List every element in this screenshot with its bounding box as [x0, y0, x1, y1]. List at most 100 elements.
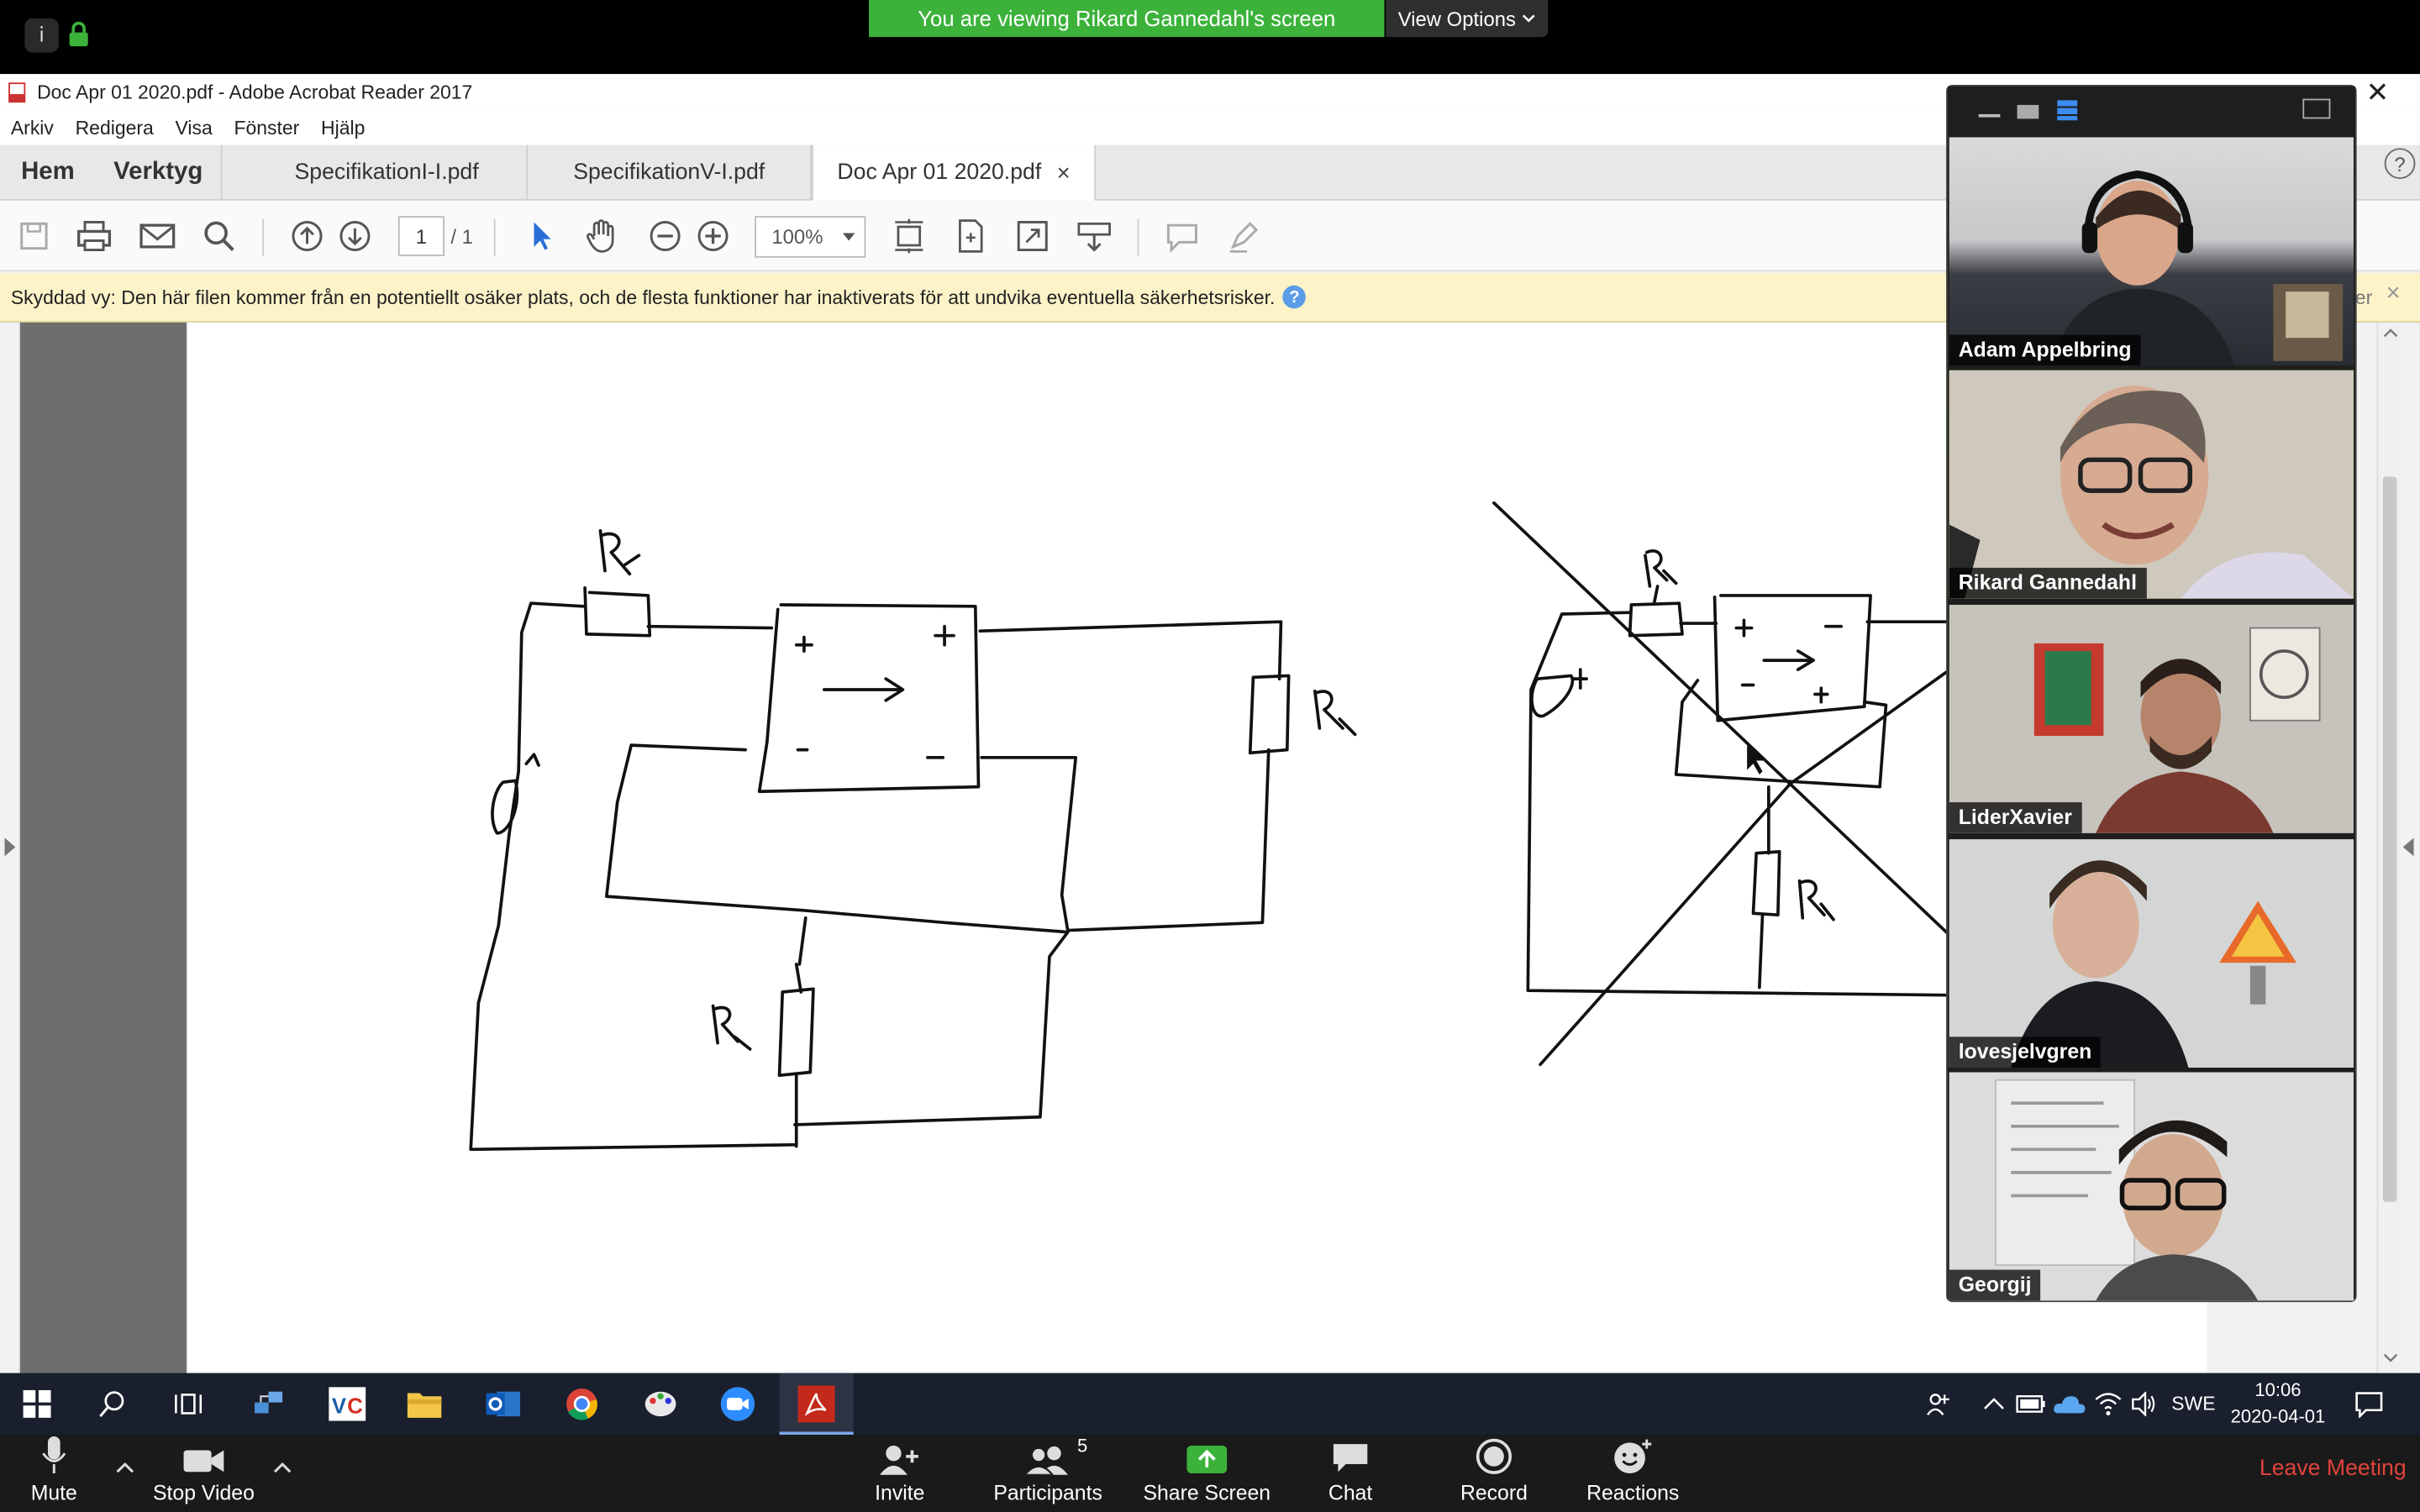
reactions-label: Reactions	[1586, 1481, 1680, 1504]
highlight-pen-icon[interactable]	[1223, 214, 1265, 257]
scroll-thumb[interactable]	[2382, 476, 2397, 1202]
toolbar-divider	[493, 218, 496, 256]
gallery-view-icon[interactable]	[2057, 100, 2078, 121]
participant-name: Georgij	[1949, 1269, 2041, 1301]
video-tile-georgij[interactable]: Georgij	[1949, 1072, 2354, 1301]
chat-icon	[1333, 1444, 1368, 1473]
people-icon[interactable]	[1920, 1385, 1957, 1422]
exit-minimize-icon[interactable]	[2302, 98, 2331, 119]
save-icon[interactable]	[13, 214, 55, 257]
scroll-down-icon[interactable]	[2383, 1353, 2398, 1362]
input-language[interactable]: SWE	[2171, 1394, 2215, 1415]
tab-doc-apr[interactable]: Doc Apr 01 2020.pdf ×	[812, 144, 1097, 201]
thumbnail-view-icon[interactable]	[2017, 104, 2039, 119]
volume-icon[interactable]	[2125, 1385, 2162, 1422]
taskbar-search-icon[interactable]	[94, 1385, 131, 1422]
encryption-lock-icon[interactable]	[68, 21, 90, 48]
file-explorer-icon[interactable]	[406, 1385, 443, 1422]
participants-button[interactable]: Participants	[987, 1435, 1107, 1512]
select-cursor-icon[interactable]	[520, 214, 563, 257]
video-tile-rikard[interactable]: Rikard Gannedahl	[1949, 370, 2354, 599]
zoom-app-icon[interactable]	[719, 1385, 756, 1422]
tab-spec-v-i[interactable]: SpecifikationV-I.pdf	[528, 144, 813, 201]
chrome-icon[interactable]	[563, 1385, 600, 1422]
tab-tools[interactable]: Verktyg	[96, 144, 223, 201]
menu-fonster[interactable]: Fönster	[224, 118, 311, 139]
info-icon[interactable]: i	[24, 18, 59, 53]
participant-name: Adam Appelbring	[1949, 334, 2141, 366]
audio-options-chevron-icon[interactable]	[116, 1453, 134, 1481]
menu-hjalp[interactable]: Hjälp	[310, 118, 376, 139]
toolbar-divider	[262, 218, 265, 256]
menu-visa[interactable]: Visa	[165, 118, 224, 139]
acrobat-taskbar-button[interactable]	[779, 1373, 854, 1436]
record-button[interactable]: Record	[1455, 1435, 1533, 1512]
vertical-scrollbar[interactable]	[2376, 322, 2402, 1373]
video-tile-liderxavier[interactable]: LiderXavier	[1949, 604, 2354, 833]
close-icon[interactable]: ×	[2386, 281, 2401, 308]
reactions-button[interactable]: Reactions	[1583, 1435, 1682, 1512]
tray-chevron-up-icon[interactable]	[1975, 1385, 2012, 1422]
menu-arkiv[interactable]: Arkiv	[0, 118, 65, 139]
clock[interactable]: 10:06 2020-04-01	[2230, 1378, 2326, 1430]
previous-page-icon[interactable]	[286, 214, 329, 257]
view-options-label: View Options	[1397, 7, 1516, 30]
menu-redigera[interactable]: Redigera	[65, 118, 165, 139]
comment-icon[interactable]	[1160, 214, 1203, 257]
print-icon[interactable]	[72, 214, 115, 257]
email-icon[interactable]	[136, 214, 179, 257]
windows-taskbar: VC SWE 10:06 2020-04-01	[0, 1373, 2420, 1436]
help-icon[interactable]: ?	[2384, 148, 2416, 180]
record-label: Record	[1460, 1481, 1528, 1504]
scroll-mode-icon[interactable]	[1073, 214, 1116, 257]
invite-button[interactable]: Invite	[867, 1435, 932, 1512]
vc-app-icon[interactable]: VC	[329, 1385, 366, 1422]
windows-start-icon[interactable]	[18, 1385, 55, 1422]
help-icon[interactable]: ?	[1282, 285, 1307, 309]
page-number-input[interactable]: 1	[397, 216, 445, 256]
full-screen-icon[interactable]	[1011, 214, 1054, 257]
network-app-icon[interactable]	[250, 1385, 287, 1422]
wifi-icon[interactable]	[2090, 1385, 2127, 1422]
stop-video-button[interactable]: Stop Video	[148, 1435, 259, 1512]
scroll-up-icon[interactable]	[2383, 328, 2398, 338]
tab-home[interactable]: Hem	[0, 145, 96, 201]
reactions-smiley-icon	[1614, 1439, 1652, 1474]
zoom-top-bar: i You are viewing Rikard Gannedahl's scr…	[0, 0, 2420, 75]
minimize-icon[interactable]	[1978, 113, 2001, 118]
mute-label: Mute	[30, 1481, 77, 1504]
onedrive-icon[interactable]	[2051, 1385, 2088, 1422]
zoom-in-icon[interactable]	[692, 214, 734, 257]
close-window-icon[interactable]: ✕	[2366, 77, 2390, 110]
chat-button[interactable]: Chat	[1319, 1435, 1381, 1512]
collapse-right-panel-icon[interactable]	[2402, 837, 2414, 857]
video-tile-adam[interactable]: Adam Appelbring	[1949, 137, 2354, 366]
task-view-icon[interactable]	[170, 1385, 207, 1422]
acrobat-icon	[797, 1385, 835, 1423]
search-icon[interactable]	[197, 214, 240, 257]
record-icon	[1476, 1438, 1512, 1474]
battery-icon[interactable]	[2012, 1385, 2049, 1422]
tab-spec-i-i[interactable]: SpecifikationI-I.pdf	[247, 144, 529, 201]
paint-app-icon[interactable]	[642, 1385, 679, 1422]
outlook-icon[interactable]	[485, 1385, 522, 1422]
video-options-chevron-icon[interactable]	[273, 1453, 292, 1481]
next-page-icon[interactable]	[334, 214, 376, 257]
leave-meeting-button[interactable]: Leave Meeting	[2260, 1457, 2407, 1481]
expand-left-panel-icon[interactable]	[4, 837, 16, 857]
fit-page-icon[interactable]	[887, 214, 930, 257]
zoom-out-icon[interactable]	[644, 214, 687, 257]
hand-tool-icon[interactable]	[581, 214, 623, 257]
zoom-level-select[interactable]: 100%	[755, 216, 866, 258]
rotate-page-icon[interactable]	[950, 214, 992, 257]
notifications-icon[interactable]	[2350, 1385, 2387, 1422]
close-tab-icon[interactable]: ×	[1057, 160, 1071, 186]
video-tile-lovesjelvgren[interactable]: lovesjelvgren	[1949, 839, 2354, 1068]
mute-button[interactable]: Mute	[22, 1435, 87, 1512]
view-options-button[interactable]: View Options	[1386, 0, 1549, 38]
tab-doc-apr-label: Doc Apr 01 2020.pdf	[837, 160, 1042, 186]
participant-gallery: Adam Appelbring Rikard Gannedahl LiderXa…	[1946, 85, 2357, 1303]
gallery-header	[1947, 86, 2355, 136]
participant-video	[1949, 604, 2354, 833]
share-screen-button[interactable]: Share Screen	[1142, 1435, 1271, 1512]
